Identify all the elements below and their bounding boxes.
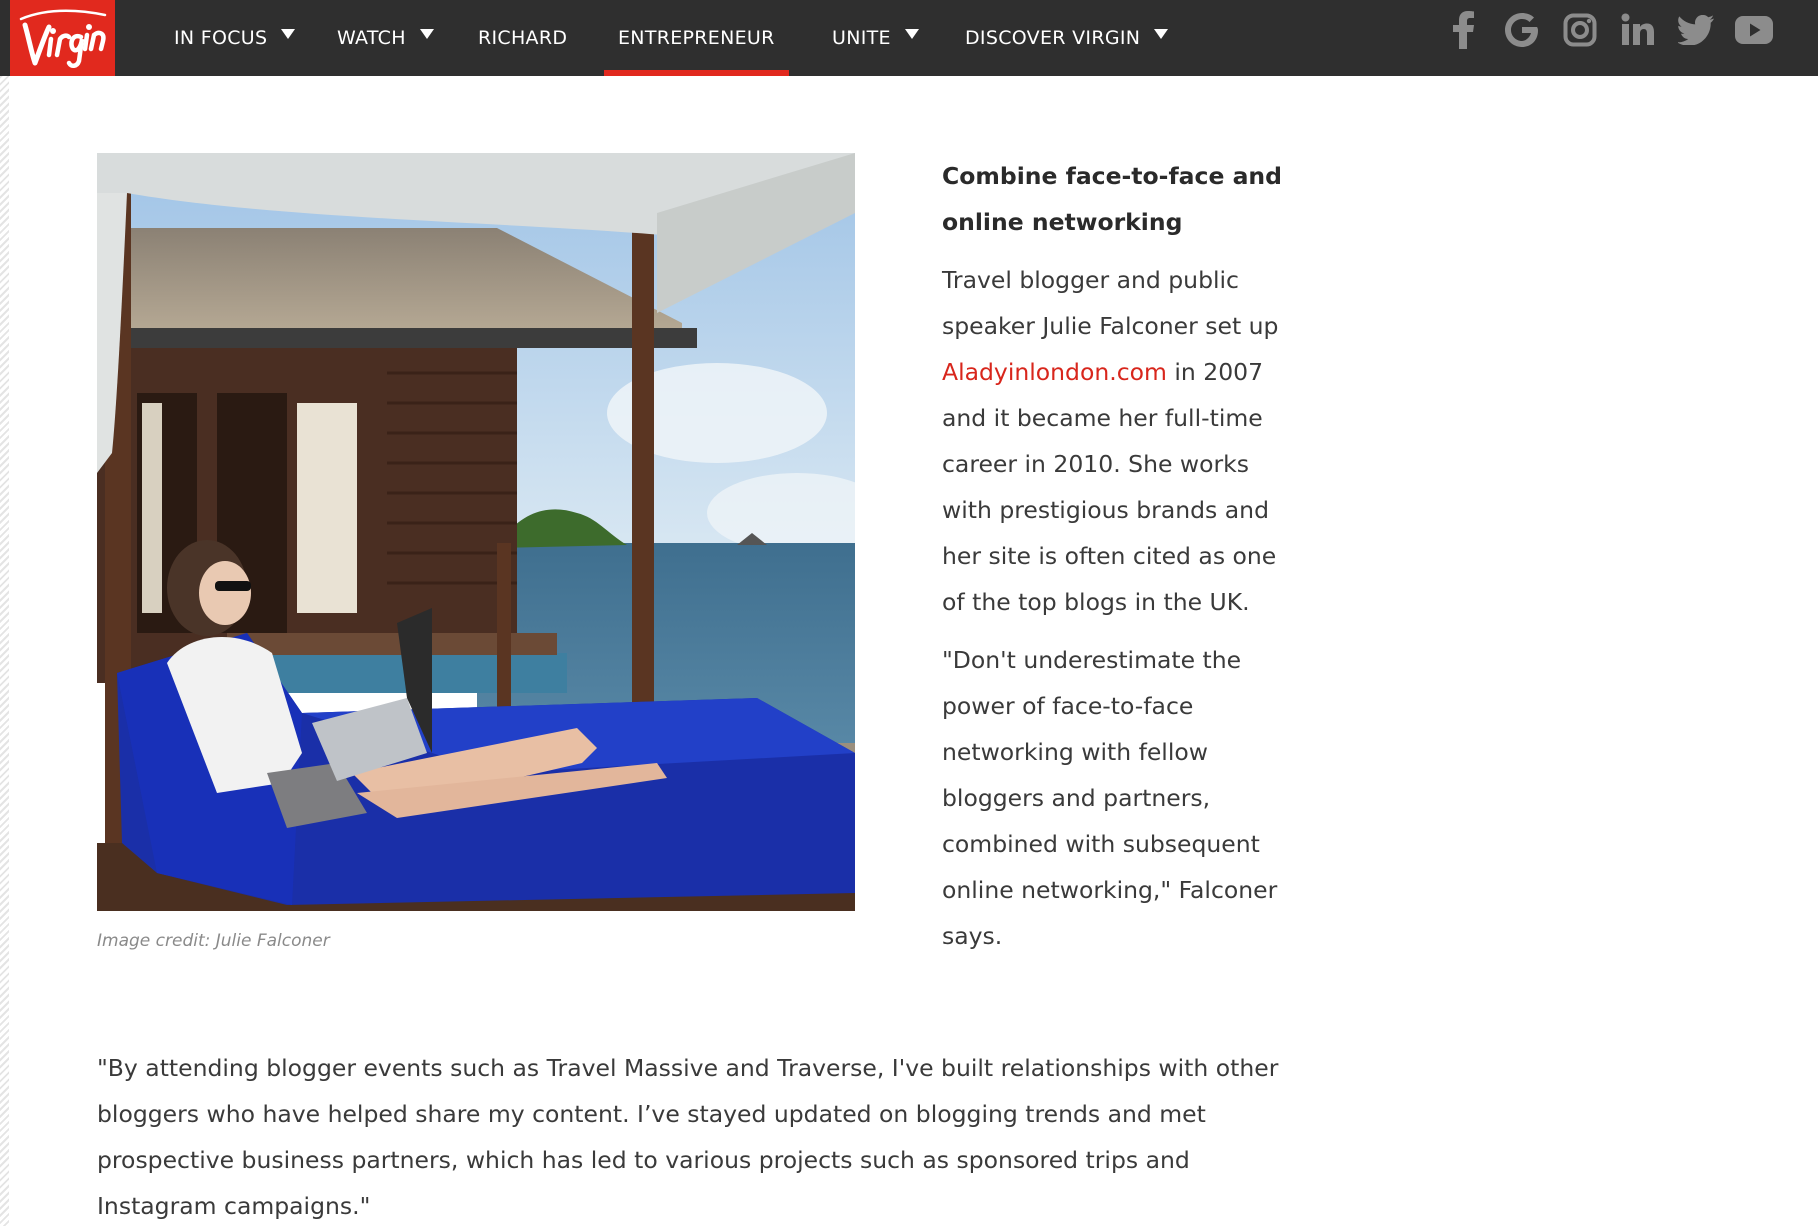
image-caption: Image credit: Julie Falconer bbox=[97, 931, 330, 951]
twitter-icon[interactable] bbox=[1676, 10, 1716, 50]
article-photo bbox=[97, 153, 855, 911]
google-icon[interactable] bbox=[1502, 10, 1542, 50]
linkedin-icon[interactable] bbox=[1618, 10, 1658, 50]
top-navigation: IN FOCUS WATCH RICHARD ENTREPRENEUR UNIT… bbox=[0, 0, 1818, 76]
paragraph-body-quote: "By attending blogger events such as Tra… bbox=[97, 1054, 1279, 1220]
nav-item-richard[interactable]: RICHARD bbox=[478, 0, 567, 76]
chevron-down-icon bbox=[904, 29, 919, 39]
nav-item-unite[interactable]: UNITE bbox=[832, 0, 919, 76]
chevron-down-icon bbox=[419, 29, 434, 39]
nav-item-label: IN FOCUS bbox=[174, 27, 268, 49]
nav-item-in-focus[interactable]: IN FOCUS bbox=[174, 0, 296, 76]
youtube-icon[interactable] bbox=[1734, 10, 1774, 50]
aladyinlondon-link[interactable]: Aladyinlondon.com bbox=[942, 358, 1167, 386]
nav-item-entrepreneur[interactable]: ENTREPRENEUR bbox=[604, 0, 789, 76]
nav-item-label: UNITE bbox=[832, 27, 891, 49]
nav-item-watch[interactable]: WATCH bbox=[337, 0, 434, 76]
paragraph-intro: Travel blogger and public speaker Julie … bbox=[942, 257, 1282, 625]
nav-item-discover-virgin[interactable]: DISCOVER VIRGIN bbox=[965, 0, 1169, 76]
paragraph-text: in 2007 and it became her full-time care… bbox=[942, 358, 1277, 616]
nav-item-label: ENTREPRENEUR bbox=[618, 27, 775, 49]
paragraph-quote: "Don't underestimate the power of face-t… bbox=[942, 646, 1278, 950]
page-edge-decoration bbox=[0, 76, 9, 1226]
paragraph-text: Travel blogger and public speaker Julie … bbox=[942, 266, 1279, 340]
instagram-icon[interactable] bbox=[1560, 10, 1600, 50]
nav-item-label: DISCOVER VIRGIN bbox=[965, 27, 1141, 49]
facebook-icon[interactable] bbox=[1444, 10, 1484, 50]
section-heading: Combine face-to-face and online networki… bbox=[942, 162, 1282, 236]
sidebar-text: Combine face-to-face and online networki… bbox=[942, 153, 1282, 971]
nav-item-label: WATCH bbox=[337, 27, 406, 49]
nav-item-label: RICHARD bbox=[478, 27, 568, 49]
chevron-down-icon bbox=[1154, 29, 1169, 39]
chevron-down-icon bbox=[281, 29, 296, 39]
nav-menu: IN FOCUS WATCH RICHARD ENTREPRENEUR UNIT… bbox=[0, 0, 1300, 76]
social-links bbox=[1438, 0, 1818, 76]
